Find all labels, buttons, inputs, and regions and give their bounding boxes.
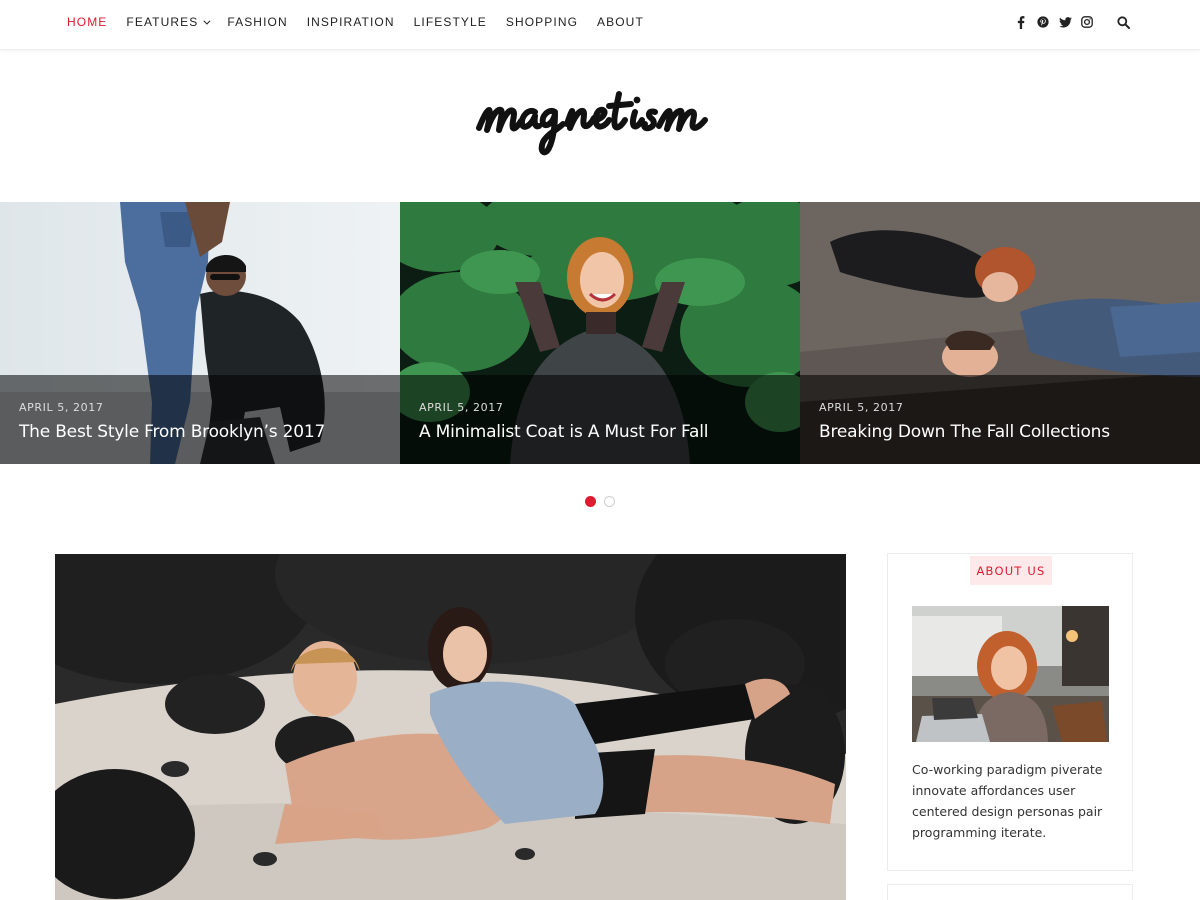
twitter-icon[interactable]: [1054, 12, 1076, 32]
logo-script-image: [476, 91, 708, 156]
slider-dot-1[interactable]: [585, 496, 596, 507]
nav-lifestyle-label: LIFESTYLE: [413, 15, 487, 29]
nav-about[interactable]: ABOUT: [597, 15, 644, 29]
nav-inspiration[interactable]: INSPIRATION: [307, 15, 395, 29]
top-navigation-bar: HOME FEATURES FASHION INSPIRATION LIFEST…: [0, 0, 1200, 50]
slider-dot-2[interactable]: [604, 496, 615, 507]
slide-3-date: APRIL 5, 2017: [819, 401, 904, 414]
nav-features-label: FEATURES: [126, 15, 199, 29]
slide-2-title[interactable]: A Minimalist Coat is A Must For Fall: [419, 422, 708, 442]
social-links: [1010, 12, 1134, 32]
about-us-photo: [912, 606, 1109, 742]
nav-home[interactable]: HOME: [67, 15, 107, 29]
main-menu: HOME FEATURES FASHION INSPIRATION LIFEST…: [67, 0, 663, 44]
slide-2[interactable]: APRIL 5, 2017 A Minimalist Coat is A Mus…: [400, 202, 800, 464]
nav-about-label: ABOUT: [597, 15, 644, 29]
slide-1-caption-overlay: [0, 375, 400, 464]
slide-1[interactable]: APRIL 5, 2017 The Best Style From Brookl…: [0, 202, 400, 464]
about-us-widget: ABOUT US Co-working paradigm piverate in…: [887, 553, 1133, 871]
slide-1-title[interactable]: The Best Style From Brooklyn’s 2017: [19, 422, 325, 442]
nav-shopping[interactable]: SHOPPING: [506, 15, 578, 29]
chevron-down-icon: [203, 17, 211, 25]
slide-2-date: APRIL 5, 2017: [419, 401, 504, 414]
nav-features[interactable]: FEATURES: [126, 15, 211, 29]
slide-3-title[interactable]: Breaking Down The Fall Collections: [819, 422, 1110, 442]
slide-3-caption-overlay: [800, 375, 1200, 464]
about-us-title: ABOUT US: [970, 556, 1052, 585]
slide-1-date: APRIL 5, 2017: [19, 401, 104, 414]
search-icon[interactable]: [1112, 12, 1134, 32]
next-sidebar-widget: [887, 884, 1133, 900]
pinterest-icon[interactable]: [1032, 12, 1054, 32]
slide-2-caption-overlay: [400, 375, 800, 464]
site-logo[interactable]: [0, 80, 1200, 170]
instagram-icon[interactable]: [1076, 12, 1098, 32]
facebook-icon[interactable]: [1010, 12, 1032, 32]
slide-3[interactable]: APRIL 5, 2017 Breaking Down The Fall Col…: [800, 202, 1200, 464]
featured-slider: APRIL 5, 2017 The Best Style From Brookl…: [0, 202, 1200, 464]
nav-fashion[interactable]: FASHION: [227, 15, 287, 29]
about-us-text: Co-working paradigm piverate innovate af…: [912, 762, 1103, 840]
slider-pagination: [0, 496, 1200, 507]
nav-home-label: HOME: [67, 15, 108, 29]
nav-fashion-label: FASHION: [227, 15, 288, 29]
nav-shopping-label: SHOPPING: [505, 15, 579, 29]
nav-inspiration-label: INSPIRATION: [306, 15, 395, 29]
nav-lifestyle[interactable]: LIFESTYLE: [414, 15, 487, 29]
featured-post-image[interactable]: [55, 554, 846, 900]
